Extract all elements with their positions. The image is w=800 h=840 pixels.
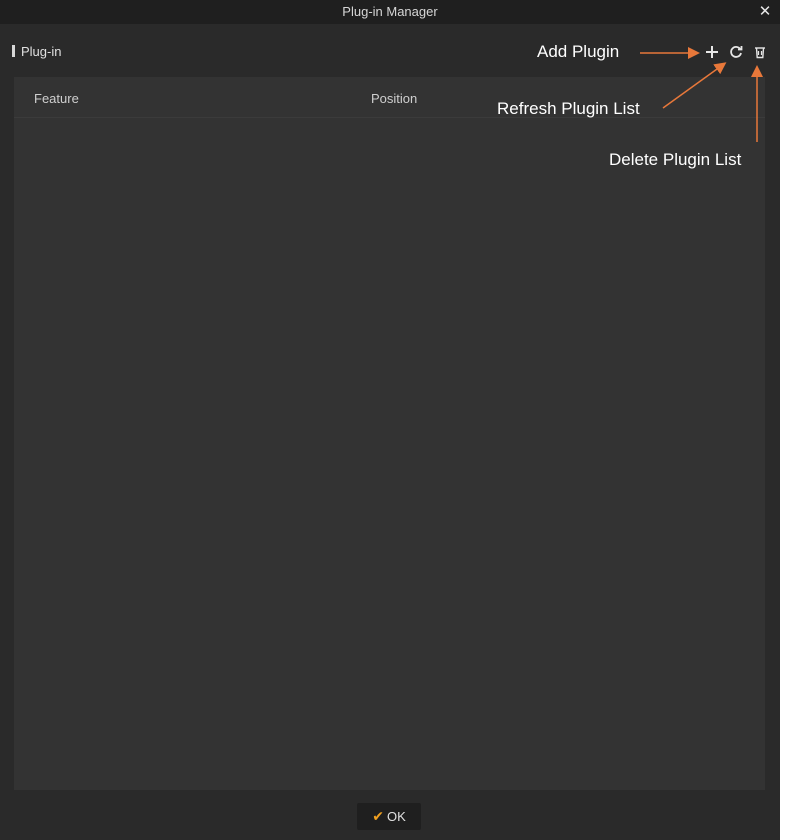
- close-button[interactable]: ✕: [756, 2, 774, 22]
- plugin-manager-window: Plug-in Manager ✕ Plug-in Feature Positi…: [0, 0, 780, 840]
- column-header-feature[interactable]: Feature: [34, 91, 79, 106]
- ok-label: OK: [386, 809, 406, 824]
- refresh-plugin-list-button[interactable]: [726, 42, 746, 62]
- refresh-icon: [730, 46, 743, 58]
- plugin-table: Feature Position: [14, 77, 765, 790]
- annotation-refresh-plugin-list: Refresh Plugin List: [497, 99, 640, 118]
- checkmark-icon: ✔: [372, 808, 384, 824]
- delete-plugin-list-button[interactable]: [750, 42, 770, 62]
- window-title: Plug-in Manager: [342, 4, 438, 19]
- ok-button[interactable]: ✔ OK: [357, 803, 421, 830]
- section-header: Plug-in: [12, 42, 61, 60]
- table-header: Feature Position: [14, 77, 765, 118]
- section-marker: [12, 45, 15, 57]
- plugin-toolbar: [702, 42, 774, 62]
- section-title: Plug-in: [21, 43, 62, 59]
- column-header-position[interactable]: Position: [371, 91, 417, 106]
- add-plugin-button[interactable]: [702, 42, 722, 62]
- title-bar: Plug-in Manager ✕: [0, 0, 780, 24]
- annotation-add-plugin: Add Plugin: [537, 42, 620, 61]
- trash-icon: [755, 47, 765, 59]
- annotation-delete-plugin-list: Delete Plugin List: [609, 150, 742, 169]
- plus-icon: [706, 46, 718, 58]
